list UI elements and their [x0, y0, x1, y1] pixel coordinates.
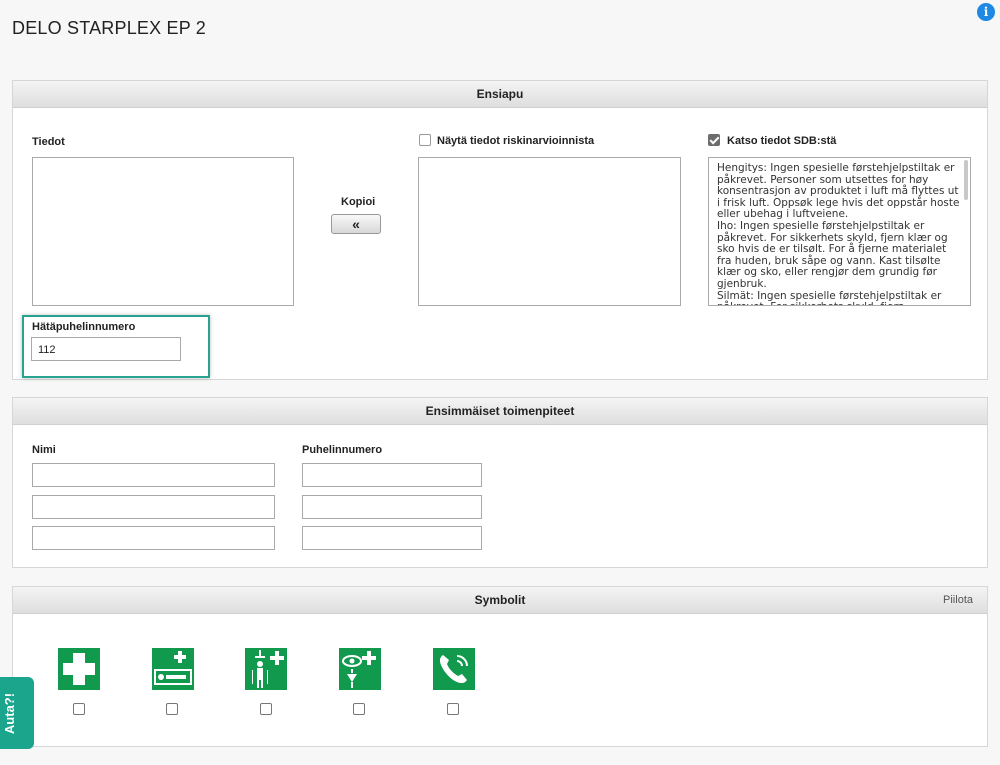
sdb-scrollbar[interactable]: [964, 160, 968, 200]
first-actions-panel: Ensimmäiset toimenpiteet Nimi Puhelinnum…: [12, 397, 988, 568]
phone-input-3[interactable]: [302, 526, 482, 550]
sdb-label: Katso tiedot SDB:stä: [727, 135, 837, 147]
emergency-telephone-checkbox[interactable]: [447, 703, 459, 715]
feedback-tab[interactable]: Auta?!: [0, 677, 34, 749]
emergency-number-input[interactable]: 112: [31, 337, 181, 361]
risk-assessment-checkbox[interactable]: [419, 134, 431, 146]
emergency-number-label: Hätäpuhelinnumero: [32, 321, 136, 333]
phone-input-2[interactable]: [302, 495, 482, 519]
copy-button[interactable]: «: [331, 214, 381, 234]
name-input-3[interactable]: [32, 526, 275, 550]
safety-shower-checkbox[interactable]: [260, 703, 272, 715]
sdb-text: Hengitys: Ingen spesielle førstehjelpsti…: [717, 162, 960, 305]
eye-wash-icon: [339, 648, 381, 690]
page-title: DELO STARPLEX EP 2: [12, 18, 207, 38]
phone-input-1[interactable]: [302, 463, 482, 487]
sdb-checkbox[interactable]: [708, 134, 720, 146]
ensiapu-header: Ensiapu: [13, 81, 987, 108]
sdb-textarea[interactable]: Hengitys: Ingen spesielle førstehjelpsti…: [708, 157, 971, 306]
copy-label: Kopioi: [341, 196, 376, 208]
emergency-number-box: Hätäpuhelinnumero 112: [22, 315, 210, 378]
first-aid-cross-icon: [58, 648, 100, 690]
first-actions-header: Ensimmäiset toimenpiteet: [13, 398, 987, 425]
risk-assessment-label: Näytä tiedot riskinarvioinnista: [437, 135, 595, 147]
risk-assessment-textarea[interactable]: [418, 157, 681, 306]
first-aid-cross-checkbox[interactable]: [73, 703, 85, 715]
feedback-label: Auta?!: [2, 692, 18, 735]
first-aid-stretcher-icon: [152, 648, 194, 690]
emergency-telephone-icon: [433, 648, 475, 690]
symbols-header: Symbolit Piilota: [13, 587, 987, 614]
name-input-1[interactable]: [32, 463, 275, 487]
info-icon[interactable]: i: [977, 3, 995, 21]
symbols-title: Symbolit: [474, 593, 526, 607]
name-input-2[interactable]: [32, 495, 275, 519]
eye-wash-checkbox[interactable]: [353, 703, 365, 715]
phone-column-label: Puhelinnumero: [302, 444, 383, 456]
tiedot-textarea[interactable]: [32, 157, 294, 306]
hide-link[interactable]: Piilota: [943, 587, 973, 613]
symbols-panel: Symbolit Piilota: [12, 586, 988, 747]
name-column-label: Nimi: [32, 444, 56, 456]
safety-shower-icon: [245, 648, 287, 690]
tiedot-label: Tiedot: [32, 136, 65, 148]
first-aid-stretcher-checkbox[interactable]: [166, 703, 178, 715]
